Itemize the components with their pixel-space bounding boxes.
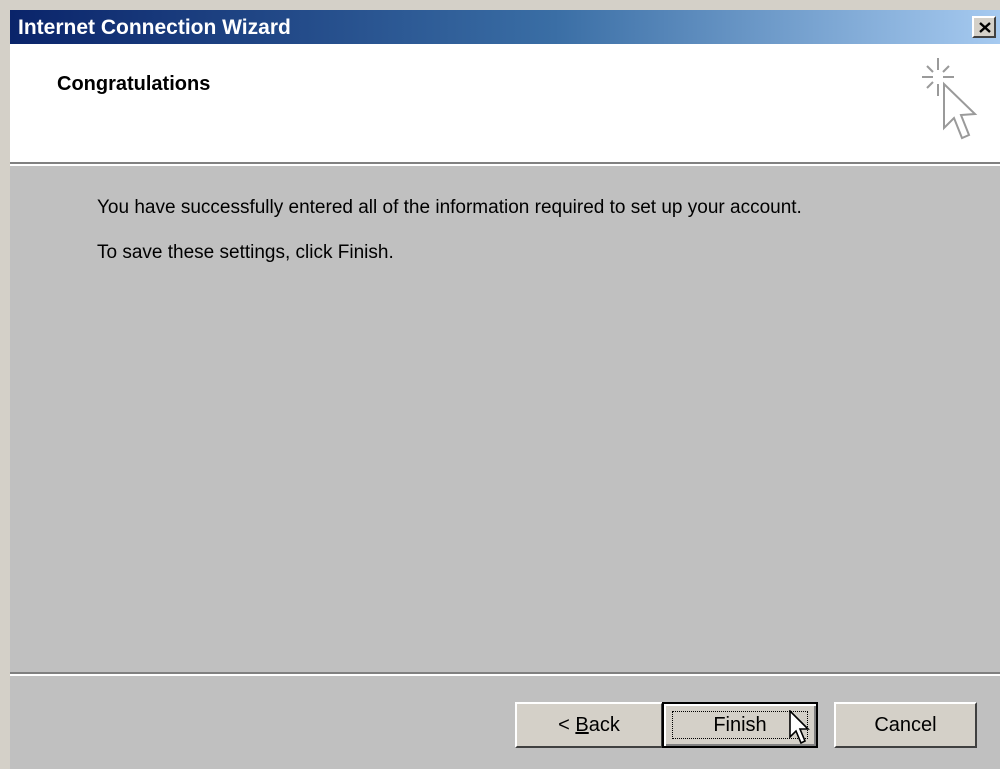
success-message: You have successfully entered all of the… xyxy=(97,197,802,218)
window-title: Internet Connection Wizard xyxy=(18,16,291,39)
title-bar[interactable]: Internet Connection Wizard xyxy=(10,10,1000,44)
back-button[interactable]: < Back xyxy=(515,702,663,748)
wizard-content: You have successfully entered all of the… xyxy=(10,166,1000,672)
instruction-message: To save these settings, click Finish. xyxy=(97,242,394,263)
wizard-header: Congratulations xyxy=(10,44,1000,166)
wizard-footer: < Back Finish Cancel xyxy=(10,672,1000,769)
cancel-button[interactable]: Cancel xyxy=(834,702,977,748)
close-icon xyxy=(979,22,991,33)
mouse-pointer-icon xyxy=(789,710,810,745)
close-button[interactable] xyxy=(972,16,996,38)
back-button-label: < Back xyxy=(558,713,620,736)
wizard-window: Internet Connection Wizard Congratulatio… xyxy=(0,0,1000,769)
cancel-button-label: Cancel xyxy=(874,713,937,736)
wizard-cursor-sparkle-icon xyxy=(922,58,978,140)
page-title: Congratulations xyxy=(57,73,211,95)
